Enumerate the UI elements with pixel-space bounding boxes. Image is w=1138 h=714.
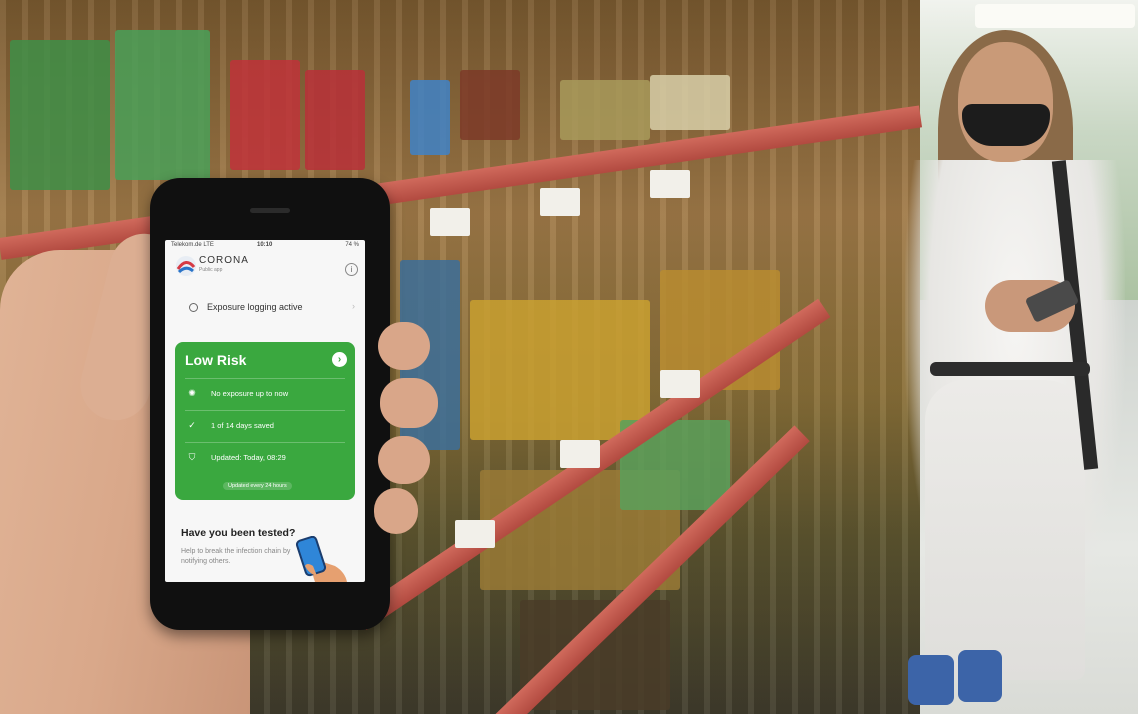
app-subtitle: Public app [199, 267, 223, 273]
corona-logo-icon [176, 256, 196, 276]
photo-scene: Telekom.de LTE 10:10 74 % CORONA Public … [0, 0, 1138, 714]
product-package [410, 80, 450, 155]
status-bar: Telekom.de LTE 10:10 74 % [165, 240, 365, 252]
phone-speaker [250, 208, 290, 213]
exposure-status-icon [189, 303, 198, 312]
risk-row-text: No exposure up to now [211, 389, 289, 398]
ceiling-light [975, 4, 1135, 28]
app-header: CORONA Public app i [165, 252, 365, 278]
update-interval-note: Updated every 24 hours [223, 482, 292, 490]
risk-row-text: Updated: Today, 08:29 [211, 453, 286, 462]
phone-in-hand-illustration-icon [295, 536, 347, 582]
status-carrier: Telekom.de LTE [171, 242, 214, 248]
price-tag [660, 370, 700, 398]
price-tag [650, 170, 690, 198]
tested-card-title[interactable]: Have you been tested? [181, 527, 295, 539]
risk-row-text: 1 of 14 days saved [211, 421, 274, 430]
belt [930, 362, 1090, 376]
tested-card-body: Help to break the infection chain by not… [181, 548, 291, 565]
exposure-logging-row[interactable]: Exposure logging active › [179, 300, 355, 316]
risk-row: ⛉ Updated: Today, 08:29 [185, 442, 345, 471]
exposure-logging-label: Exposure logging active [207, 302, 303, 312]
product-package [470, 300, 650, 440]
woman-shoe [958, 650, 1002, 702]
status-battery: 74 % [345, 242, 359, 248]
status-time: 10:10 [257, 242, 273, 248]
price-tag [455, 520, 495, 548]
product-package [10, 40, 110, 190]
app-screen: Telekom.de LTE 10:10 74 % CORONA Public … [165, 240, 365, 582]
phone-bottom-bezel [165, 582, 365, 604]
shield-icon: ⛉ [188, 452, 196, 462]
risk-row: ✺ No exposure up to now [185, 378, 345, 407]
product-package [115, 30, 210, 180]
product-package [460, 70, 520, 140]
app-name: CORONA [199, 255, 249, 266]
woman-legs [925, 380, 1085, 680]
woman-shoe [908, 655, 954, 705]
price-tag [560, 440, 600, 468]
finger [374, 488, 418, 534]
risk-card[interactable]: Low Risk › ✺ No exposure up to now ✓ 1 o… [175, 342, 355, 500]
risk-title: Low Risk [185, 352, 247, 368]
virus-icon: ✺ [188, 388, 196, 398]
finger [378, 436, 430, 484]
product-package [230, 60, 300, 170]
chevron-right-icon: › [352, 301, 355, 311]
product-package [650, 75, 730, 130]
price-tag [430, 208, 470, 236]
info-icon[interactable]: i [345, 263, 358, 276]
face-mask [962, 104, 1050, 146]
chevron-right-icon[interactable]: › [332, 352, 347, 367]
finger [380, 378, 438, 428]
finger [378, 322, 430, 370]
price-tag [540, 188, 580, 216]
product-package [560, 80, 650, 140]
risk-row: ✓ 1 of 14 days saved [185, 410, 345, 439]
check-circle-icon: ✓ [188, 420, 196, 430]
product-package [305, 70, 365, 170]
